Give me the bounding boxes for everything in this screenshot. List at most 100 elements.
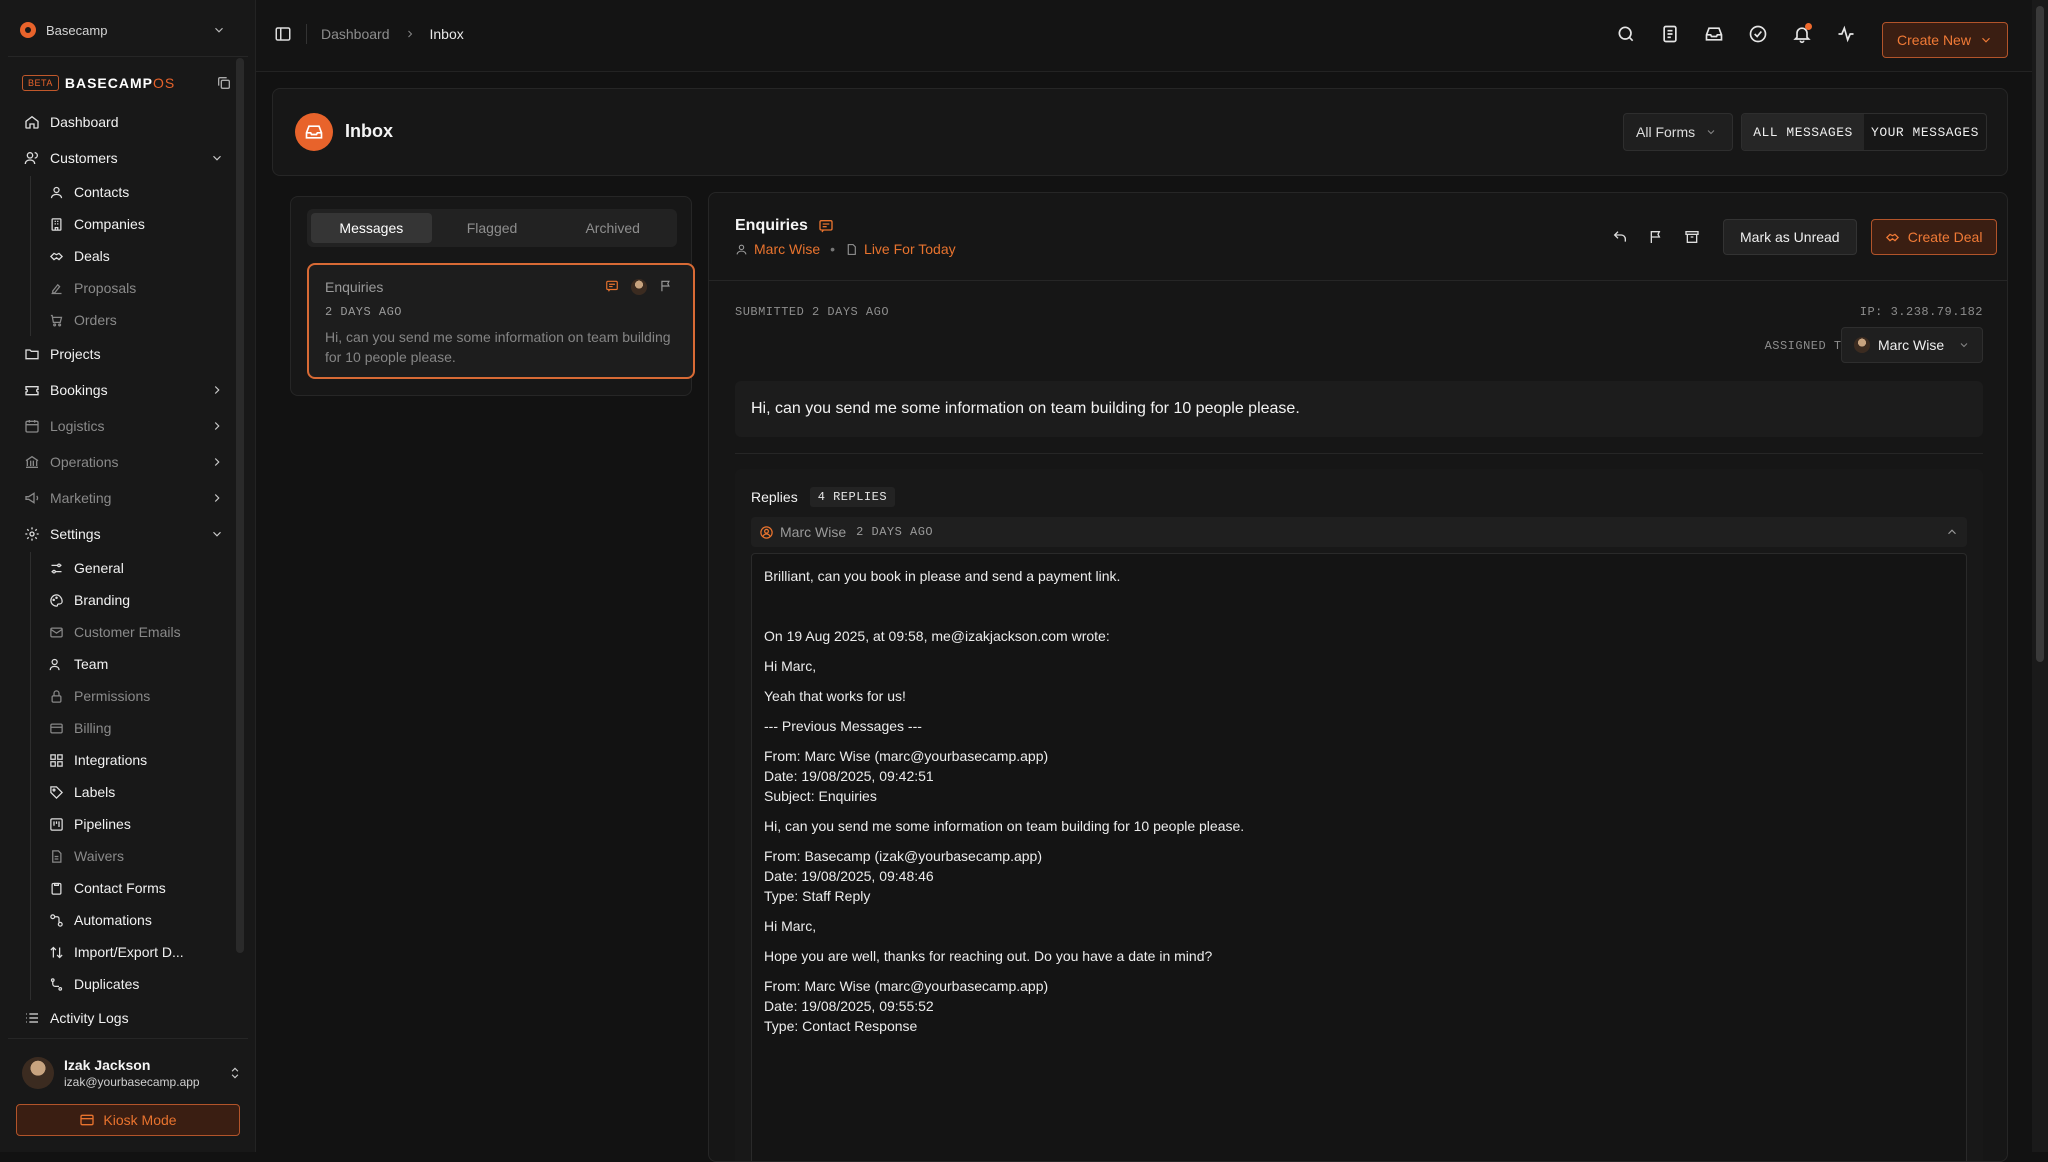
form-icon xyxy=(819,220,833,233)
forms-filter-select[interactable]: All Forms xyxy=(1623,113,1733,151)
inbox-icon xyxy=(1705,27,1723,41)
sidebar: Basecamp BETA BASECAMPOS Dashboard Custo… xyxy=(0,0,256,1152)
copy-icon[interactable] xyxy=(216,75,232,91)
notifications-button[interactable] xyxy=(1790,22,1814,46)
nav-proposals[interactable]: Proposals xyxy=(39,272,234,304)
nav-labels[interactable]: Labels xyxy=(39,776,234,808)
nav-operations[interactable]: Operations xyxy=(14,444,234,480)
chevron-right-icon xyxy=(214,458,220,466)
user-menu[interactable]: Izak Jackson izak@yourbasecamp.app xyxy=(22,1054,242,1092)
tab-messages[interactable]: Messages xyxy=(311,213,432,243)
building-icon xyxy=(51,217,62,231)
nav-automations[interactable]: Automations xyxy=(39,904,234,936)
sidebar-toggle-icon[interactable] xyxy=(274,25,292,43)
chevron-right-icon xyxy=(214,494,220,502)
nav-settings[interactable]: Settings xyxy=(14,516,234,552)
tab-archived[interactable]: Archived xyxy=(552,213,673,243)
nav-dashboard[interactable]: Dashboard xyxy=(14,104,234,140)
nav-label: Team xyxy=(74,656,109,672)
tab-flagged[interactable]: Flagged xyxy=(432,213,553,243)
settings-submenu: General Branding Customer Emails Team Pe… xyxy=(30,552,234,1000)
nav-import-export[interactable]: Import/Export D... xyxy=(39,936,234,968)
nav-contact-forms[interactable]: Contact Forms xyxy=(39,872,234,904)
beta-badge: BETA xyxy=(22,75,59,91)
kiosk-mode-button[interactable]: Kiosk Mode xyxy=(16,1104,240,1136)
palette-icon xyxy=(50,593,63,607)
calendar-icon xyxy=(25,420,39,433)
nav-label: Projects xyxy=(50,346,101,362)
nav-label: Pipelines xyxy=(74,816,131,832)
assignee-select[interactable]: Marc Wise xyxy=(1841,327,1983,363)
assignee-avatar xyxy=(631,279,647,295)
nav-permissions[interactable]: Permissions xyxy=(39,680,234,712)
nav-companies[interactable]: Companies xyxy=(39,208,234,240)
nav-general[interactable]: General xyxy=(39,552,234,584)
nav-label: Proposals xyxy=(74,280,137,296)
your-messages-toggle[interactable]: YOUR MESSAGES xyxy=(1864,114,1986,150)
nav-label: Import/Export D... xyxy=(74,944,184,960)
divider xyxy=(8,1038,248,1039)
nav-duplicates[interactable]: Duplicates xyxy=(39,968,234,1000)
nav-billing[interactable]: Billing xyxy=(39,712,234,744)
nav-contacts[interactable]: Contacts xyxy=(39,176,234,208)
flag-button[interactable] xyxy=(1645,226,1667,248)
nav-customer-emails[interactable]: Customer Emails xyxy=(39,616,234,648)
notepad-icon xyxy=(1663,25,1677,43)
nav-label: Customer Emails xyxy=(74,624,181,640)
form-link[interactable]: Live For Today xyxy=(864,241,956,257)
nav-bookings[interactable]: Bookings xyxy=(14,372,234,408)
inbox-button[interactable] xyxy=(1702,22,1726,46)
bank-icon xyxy=(25,455,39,468)
chevron-up-icon[interactable] xyxy=(1945,525,1959,539)
all-messages-toggle[interactable]: ALL MESSAGES xyxy=(1742,114,1864,150)
reply-header[interactable]: Marc Wise 2 DAYS AGO xyxy=(751,517,1967,547)
reply-line: --- Previous Messages --- xyxy=(764,718,922,734)
nav-label: Integrations xyxy=(74,752,148,768)
sliders-icon xyxy=(51,563,62,573)
message-preview: Hi, can you send me some information on … xyxy=(325,329,671,365)
list-item[interactable]: Enquiries 2 DAYS AGO Hi, can you send me… xyxy=(307,263,695,379)
nav-activity-logs[interactable]: Activity Logs xyxy=(14,1000,234,1036)
nav-projects[interactable]: Projects xyxy=(14,336,234,372)
search-button[interactable] xyxy=(1614,22,1638,46)
archive-button[interactable] xyxy=(1681,226,1703,248)
breadcrumb-dashboard[interactable]: Dashboard xyxy=(321,26,390,42)
chevron-down-icon xyxy=(1707,130,1715,135)
nav-integrations[interactable]: Integrations xyxy=(39,744,234,776)
reply-line: Date: 19/08/2025, 09:48:46 xyxy=(764,868,934,884)
nav-pipelines[interactable]: Pipelines xyxy=(39,808,234,840)
create-new-button[interactable]: Create New xyxy=(1882,22,2008,58)
gear-icon xyxy=(25,527,39,541)
mark-as-unread-button[interactable]: Mark as Unread xyxy=(1723,219,1857,255)
tasks-button[interactable] xyxy=(1746,22,1770,46)
flag-icon[interactable] xyxy=(659,279,673,293)
scrollbar-thumb[interactable] xyxy=(2036,6,2044,662)
contact-link[interactable]: Marc Wise xyxy=(754,241,820,257)
nav-waivers[interactable]: Waivers xyxy=(39,840,234,872)
handshake-icon xyxy=(1885,233,1899,241)
sidebar-scrollbar[interactable] xyxy=(236,58,244,953)
nav-customers[interactable]: Customers xyxy=(14,140,234,176)
divider xyxy=(306,24,307,44)
nav-logistics[interactable]: Logistics xyxy=(14,408,234,444)
nav-branding[interactable]: Branding xyxy=(39,584,234,616)
nav-deals[interactable]: Deals xyxy=(39,240,234,272)
megaphone-icon xyxy=(25,492,39,504)
clipboard-icon xyxy=(51,882,62,895)
workspace-switcher[interactable]: Basecamp xyxy=(8,12,238,48)
reply-button[interactable] xyxy=(1609,226,1631,248)
page-scrollbar[interactable] xyxy=(2032,0,2048,1152)
activity-button[interactable] xyxy=(1834,22,1858,46)
nav-marketing[interactable]: Marketing xyxy=(14,480,234,516)
nav-label: Orders xyxy=(74,312,117,328)
create-deal-button[interactable]: Create Deal xyxy=(1870,219,1997,255)
inbox-header: Inbox All Forms ALL MESSAGES YOUR MESSAG… xyxy=(272,88,2008,176)
form-icon xyxy=(606,280,618,292)
nav-team[interactable]: Team xyxy=(39,648,234,680)
reply-line: Hi Marc, xyxy=(764,658,817,674)
reply-line: Subject: Enquiries xyxy=(764,788,877,804)
nav-orders[interactable]: Orders xyxy=(39,304,234,336)
chevron-right-icon xyxy=(407,30,412,38)
nav-label: Duplicates xyxy=(74,976,140,992)
notes-button[interactable] xyxy=(1658,22,1682,46)
